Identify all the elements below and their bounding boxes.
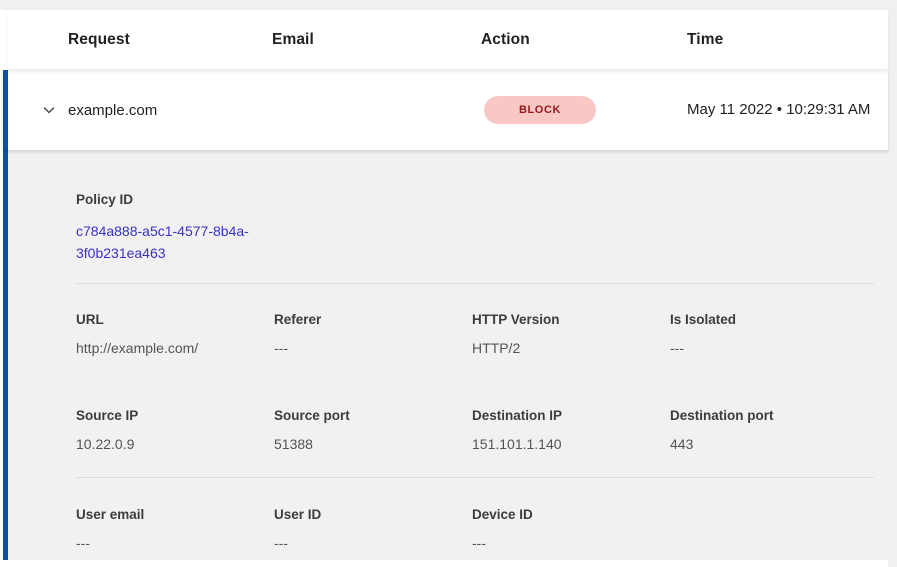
field-label: User email (76, 506, 274, 523)
field-value: 51388 (274, 436, 472, 453)
policy-id-label: Policy ID (76, 191, 874, 208)
field-url: URL http://example.com/ (76, 311, 274, 357)
details-group-request: URL http://example.com/ Referer --- HTTP… (76, 311, 874, 357)
column-header-request: Request (68, 31, 272, 49)
field-value: 10.22.0.9 (76, 436, 274, 453)
page-top-strip (0, 0, 897, 10)
field-device-id: Device ID --- (472, 506, 670, 552)
field-value: http://example.com/ (76, 340, 274, 357)
column-header-email: Email (272, 31, 481, 49)
field-label: Referer (274, 311, 472, 328)
row-details-panel: Policy ID c784a888-a5c1-4577-8b4a-3f0b23… (3, 150, 888, 560)
field-value: --- (274, 535, 472, 552)
field-value: --- (274, 340, 472, 357)
field-source-port: Source port 51388 (274, 407, 472, 453)
field-label: HTTP Version (472, 311, 670, 328)
field-user-id: User ID --- (274, 506, 472, 552)
field-is-isolated: Is Isolated --- (670, 311, 868, 357)
field-label: Device ID (472, 506, 670, 523)
table-header-row: Request Email Action Time (8, 10, 888, 70)
field-value: 443 (670, 436, 868, 453)
field-value: --- (472, 535, 670, 552)
field-label: Source port (274, 407, 472, 424)
row-action-cell: BLOCK (481, 96, 687, 124)
field-http-version: HTTP Version HTTP/2 (472, 311, 670, 357)
divider (76, 283, 874, 284)
row-timestamp: May 11 2022 • 10:29:31 AM (687, 98, 872, 122)
field-label: Destination port (670, 407, 868, 424)
field-value: --- (670, 340, 868, 357)
column-header-action: Action (481, 31, 687, 49)
action-block-badge: BLOCK (484, 96, 596, 124)
divider (76, 477, 874, 478)
chevron-down-icon (41, 102, 57, 118)
column-header-time: Time (687, 31, 888, 49)
field-label: URL (76, 311, 274, 328)
field-source-ip: Source IP 10.22.0.9 (76, 407, 274, 453)
details-group-network: Source IP 10.22.0.9 Source port 51388 De… (76, 407, 874, 453)
row-request-domain: example.com (68, 102, 272, 119)
policy-id-link[interactable]: c784a888-a5c1-4577-8b4a-3f0b231ea463 (76, 220, 281, 264)
field-label: Source IP (76, 407, 274, 424)
field-destination-ip: Destination IP 151.101.1.140 (472, 407, 670, 453)
field-value: HTTP/2 (472, 340, 670, 357)
field-label: Destination IP (472, 407, 670, 424)
details-group-user: User email --- User ID --- Device ID --- (76, 506, 874, 552)
row-expand-toggle[interactable] (38, 99, 60, 121)
field-label: Is Isolated (670, 311, 868, 328)
field-label: User ID (274, 506, 472, 523)
field-value: 151.101.1.140 (472, 436, 670, 453)
row-time-cell: May 11 2022 • 10:29:31 AM (687, 98, 888, 122)
field-value: --- (76, 535, 274, 552)
field-destination-port: Destination port 443 (670, 407, 868, 453)
field-user-email: User email --- (76, 506, 274, 552)
page-right-gutter (888, 0, 897, 567)
field-referer: Referer --- (274, 311, 472, 357)
gateway-log-page: Request Email Action Time example.com BL… (0, 0, 897, 567)
requests-log-table: Request Email Action Time example.com BL… (3, 10, 888, 560)
policy-id-section: Policy ID c784a888-a5c1-4577-8b4a-3f0b23… (76, 150, 874, 264)
table-row[interactable]: example.com BLOCK May 11 2022 • 10:29:31… (3, 70, 888, 150)
